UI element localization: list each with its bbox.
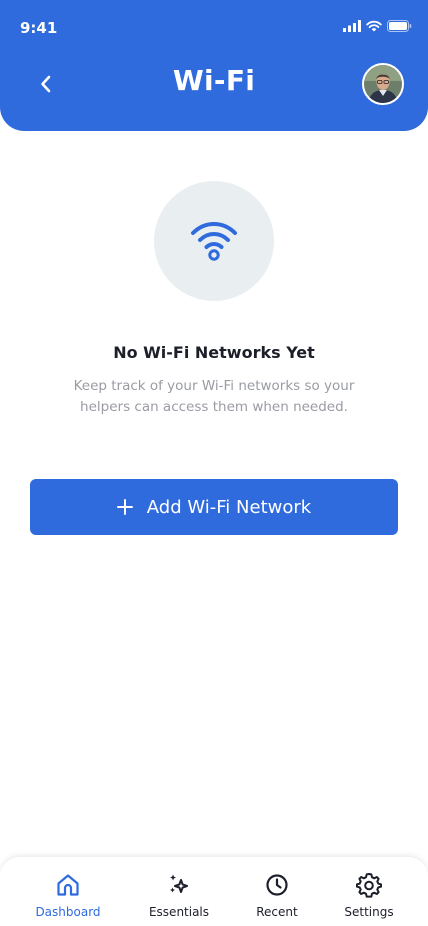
wifi-signal-icon	[366, 20, 382, 32]
battery-icon	[387, 20, 412, 32]
header: 9:41 Wi-Fi	[0, 0, 428, 131]
user-avatar-image	[364, 65, 402, 103]
empty-state-description: Keep track of your Wi-Fi networks so you…	[73, 378, 355, 415]
empty-state-title: No Wi-Fi Networks Yet	[113, 343, 315, 362]
clock-icon	[266, 874, 288, 896]
cellular-signal-icon	[343, 20, 361, 32]
nav-item-dashboard[interactable]: Dashboard	[23, 871, 113, 919]
nav-item-recent[interactable]: Recent	[232, 871, 322, 919]
nav-label-recent: Recent	[256, 905, 298, 919]
nav-item-essentials[interactable]: Essentials	[134, 871, 224, 919]
nav-label-settings: Settings	[344, 905, 394, 919]
home-icon	[57, 874, 79, 896]
wifi-screen: 9:41 Wi-Fi No Wi-Fi Networks Yet Keep tr…	[0, 0, 428, 926]
nav-item-settings[interactable]: Settings	[324, 871, 414, 919]
empty-state-icon-circle	[154, 181, 274, 301]
add-wifi-network-label: Add Wi-Fi Network	[146, 496, 312, 518]
sparkle-icon	[170, 874, 188, 893]
status-time: 9:41	[20, 19, 58, 37]
status-icons	[343, 20, 412, 32]
add-wifi-network-button[interactable]: Add Wi-Fi Network	[30, 479, 398, 535]
nav-label-essentials: Essentials	[148, 905, 210, 919]
wifi-icon	[191, 222, 237, 261]
nav-label-dashboard: Dashboard	[35, 905, 101, 919]
gear-icon	[356, 873, 382, 898]
avatar[interactable]	[362, 63, 404, 105]
bottom-navigation: Dashboard Essentials Recent Settings	[0, 856, 428, 926]
plus-icon	[116, 499, 133, 515]
